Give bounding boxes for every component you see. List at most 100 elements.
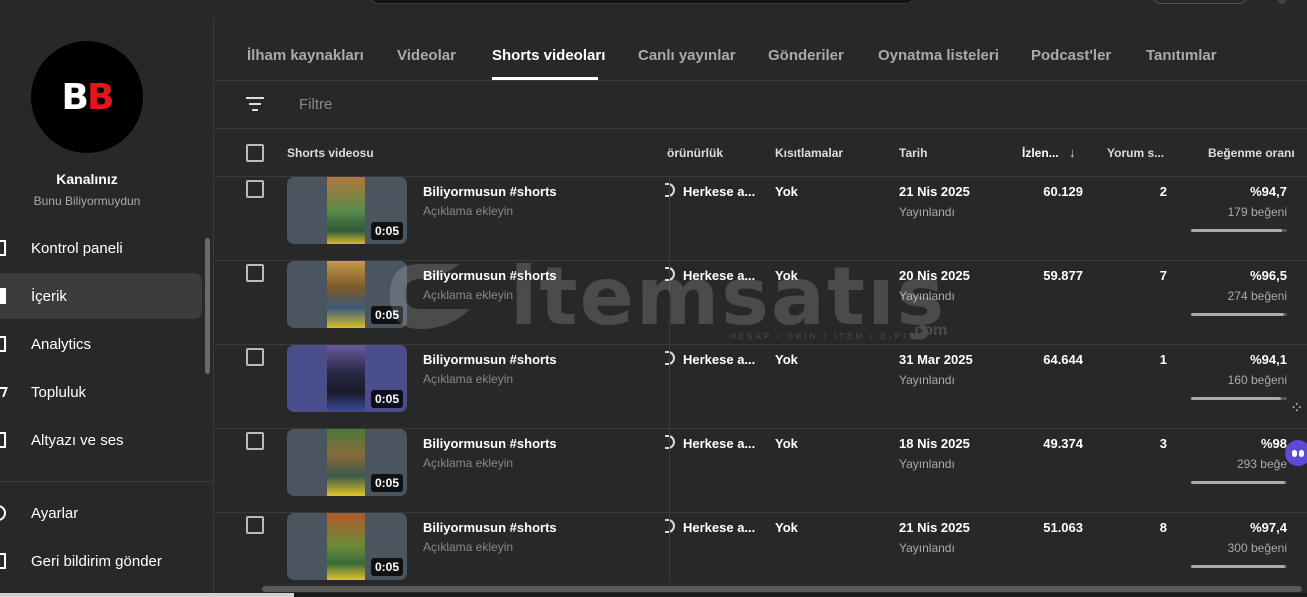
publish-date: 21 Nis 2025: [899, 184, 970, 199]
sticky-column-divider: [669, 177, 670, 582]
visibility-value[interactable]: Herkese a...: [683, 436, 755, 451]
tab-live[interactable]: Canlı yayınlar: [638, 47, 736, 64]
sidebar: BB Kanalınız Bunu Biliyormuydun Kontrol …: [0, 18, 214, 597]
active-tab-indicator: [492, 77, 598, 80]
row-checkbox[interactable]: [246, 348, 264, 366]
video-title[interactable]: Biliyormusun #shorts: [423, 520, 557, 535]
filter-input[interactable]: Filtre: [299, 96, 332, 113]
filter-bar: Filtre: [215, 81, 1307, 129]
sidebar-divider: [0, 481, 214, 482]
sidebar-item-label: Altyazı ve ses: [31, 431, 124, 449]
tab-podcasts[interactable]: Podcast'ler: [1031, 47, 1111, 64]
sidebar-scrollbar[interactable]: [205, 238, 210, 374]
column-header-date[interactable]: Tarih: [899, 146, 927, 160]
sidebar-item-analytics[interactable]: Analytics: [0, 321, 202, 367]
sidebar-item-dashboard[interactable]: Kontrol paneli: [0, 225, 202, 271]
view-count: 64.644: [1043, 352, 1083, 367]
publish-date: 20 Nis 2025: [899, 268, 970, 283]
sidebar-item-feedback[interactable]: Geri bildirim gönder: [0, 538, 202, 584]
duration-badge: 0:05: [370, 222, 403, 240]
horizontal-scrollbar[interactable]: [262, 586, 1302, 592]
top-bar: [0, 0, 1307, 18]
tab-videos[interactable]: Videolar: [397, 47, 456, 64]
row-checkbox[interactable]: [246, 180, 264, 198]
channel-title: Kanalınız: [56, 171, 118, 187]
video-thumbnail[interactable]: 0:05: [287, 177, 407, 244]
search-bar[interactable]: [370, 0, 915, 4]
content-icon: [0, 288, 6, 304]
account-avatar[interactable]: [1278, 0, 1286, 4]
publish-date: 21 Nis 2025: [899, 520, 970, 535]
avatar-logo: BB: [61, 76, 115, 118]
thumbnail-image: [327, 345, 365, 412]
video-description[interactable]: Açıklama ekleyin: [423, 372, 513, 386]
sort-descending-icon[interactable]: ↓: [1069, 145, 1076, 160]
grid-widget-icon[interactable]: ⁘: [1290, 398, 1307, 418]
column-header-comments[interactable]: Yorum s...: [1107, 146, 1164, 160]
table-row[interactable]: 0:05 Biliyormusun #shorts Açıklama ekley…: [215, 345, 1307, 429]
sidebar-item-label: Kontrol paneli: [31, 239, 123, 257]
video-description[interactable]: Açıklama ekleyin: [423, 540, 513, 554]
video-description[interactable]: Açıklama ekleyin: [423, 288, 513, 302]
select-all-checkbox[interactable]: [246, 144, 264, 162]
sidebar-item-content[interactable]: İçerik: [0, 273, 202, 319]
column-header-likes[interactable]: Beğenme oranı: [1208, 146, 1295, 160]
publish-status: Yayınlandı: [899, 541, 955, 555]
visibility-value[interactable]: Herkese a...: [683, 268, 755, 283]
sidebar-item-community[interactable]: Topluluk: [0, 369, 202, 415]
video-thumbnail[interactable]: 0:05: [287, 429, 407, 496]
like-count: 300 beğeni: [1227, 541, 1287, 555]
tab-posts[interactable]: Gönderiler: [768, 47, 844, 64]
sidebar-item-settings[interactable]: Ayarlar: [0, 490, 202, 536]
tab-inspiration[interactable]: İlham kaynakları: [247, 47, 364, 64]
row-checkbox[interactable]: [246, 516, 264, 534]
table-row[interactable]: 0:05 Biliyormusun #shorts Açıklama ekley…: [215, 177, 1307, 261]
video-thumbnail[interactable]: 0:05: [287, 345, 407, 412]
row-checkbox[interactable]: [246, 264, 264, 282]
visibility-value[interactable]: Herkese a...: [683, 352, 755, 367]
visibility-icon[interactable]: [665, 519, 675, 533]
thumbnail-image: [327, 513, 365, 580]
video-title[interactable]: Biliyormusun #shorts: [423, 268, 557, 283]
visibility-value[interactable]: Herkese a...: [683, 520, 755, 535]
bottom-strip: [0, 593, 1307, 597]
channel-avatar[interactable]: BB: [31, 41, 143, 153]
visibility-value[interactable]: Herkese a...: [683, 184, 755, 199]
table-row[interactable]: 0:05 Biliyormusun #shorts Açıklama ekley…: [215, 429, 1307, 513]
tab-playlists[interactable]: Oynatma listeleri: [878, 47, 999, 64]
column-header-restrictions[interactable]: Kısıtlamalar: [775, 146, 843, 160]
tab-shorts[interactable]: Shorts videoları: [492, 47, 605, 64]
like-count: 274 beğeni: [1227, 289, 1287, 303]
like-count: 179 beğeni: [1227, 205, 1287, 219]
video-title[interactable]: Biliyormusun #shorts: [423, 352, 557, 367]
column-header-visibility[interactable]: örünürlük: [667, 146, 723, 160]
create-button[interactable]: [1152, 0, 1248, 4]
video-thumbnail[interactable]: 0:05: [287, 513, 407, 580]
visibility-icon[interactable]: [665, 435, 675, 449]
tab-promotions[interactable]: Tanıtımlar: [1146, 47, 1217, 64]
video-title[interactable]: Biliyormusun #shorts: [423, 436, 557, 451]
publish-date: 31 Mar 2025: [899, 352, 973, 367]
channel-name[interactable]: Bunu Biliyormuydun: [0, 194, 174, 208]
content-tabs: İlham kaynakları Videolar Shorts videola…: [215, 18, 1307, 81]
video-description[interactable]: Açıklama ekleyin: [423, 204, 513, 218]
sidebar-item-subtitles[interactable]: Altyazı ve ses: [0, 417, 202, 463]
video-title[interactable]: Biliyormusun #shorts: [423, 184, 557, 199]
video-thumbnail[interactable]: 0:05: [287, 261, 407, 328]
assistant-widget-icon[interactable]: [1285, 440, 1307, 466]
settings-icon: [0, 505, 6, 521]
video-description[interactable]: Açıklama ekleyin: [423, 456, 513, 470]
visibility-icon[interactable]: [665, 351, 675, 365]
table-row[interactable]: 0:05 Biliyormusun #shorts Açıklama ekley…: [215, 261, 1307, 345]
visibility-icon[interactable]: [665, 267, 675, 281]
row-checkbox[interactable]: [246, 432, 264, 450]
filter-icon[interactable]: [246, 97, 264, 111]
sidebar-item-label: İçerik: [31, 287, 67, 305]
view-count: 49.374: [1043, 436, 1083, 451]
sidebar-item-label: Ayarlar: [31, 504, 79, 522]
column-header-views[interactable]: İzlen...: [1022, 146, 1059, 160]
visibility-icon[interactable]: [665, 183, 675, 197]
like-ratio: %94,7: [1250, 184, 1287, 199]
table-row[interactable]: 0:05 Biliyormusun #shorts Açıklama ekley…: [215, 513, 1307, 597]
community-icon: [0, 387, 8, 397]
